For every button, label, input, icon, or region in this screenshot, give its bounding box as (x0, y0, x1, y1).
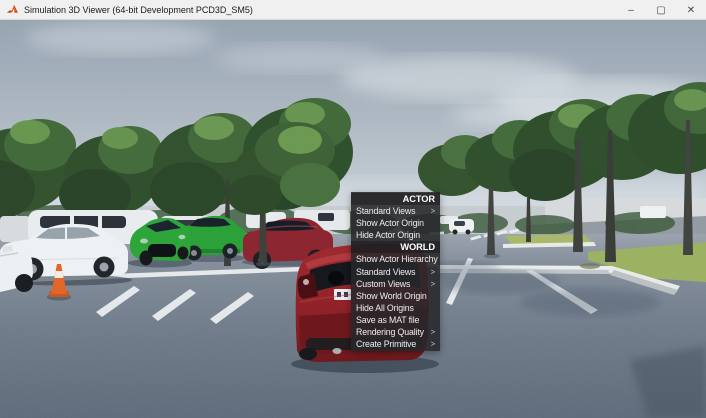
menu-item-label: Standard Views (356, 206, 416, 217)
submenu-arrow-icon: > (430, 205, 435, 216)
menu-section-header-actor: ACTOR (351, 193, 440, 206)
submenu-arrow-icon: > (430, 277, 435, 289)
simulation-3d-viewer-window: Simulation 3D Viewer (64-bit Development… (0, 0, 706, 418)
menu-section-header-world: WORLD (351, 241, 440, 254)
menu-item-hide-all-origins[interactable]: Hide All Origins (351, 302, 440, 314)
menu-item-label: Show World Origin (356, 290, 427, 301)
submenu-arrow-icon: > (430, 338, 435, 349)
close-button[interactable]: ✕ (676, 0, 706, 20)
menu-item-label: Custom Views (356, 278, 411, 289)
context-menu: ACTOR Standard Views > Show Actor Origin Hid… (351, 192, 440, 352)
menu-item-label: Hide All Origins (356, 302, 414, 313)
menu-item-standard-views[interactable]: Standard Views > (351, 266, 440, 278)
menu-item-label: Show Actor Hierarchy (356, 254, 438, 265)
menu-item-show-actor-origin[interactable]: Show Actor Origin (351, 217, 440, 229)
window-controls: – ▢ ✕ (616, 0, 706, 20)
menu-item-show-actor-hierarchy[interactable]: Show Actor Hierarchy (351, 253, 440, 265)
menu-item-label: Create Primitive (356, 339, 417, 350)
menu-item-label: Hide Actor Origin (356, 230, 420, 241)
menu-item-label: Standard Views (356, 266, 416, 277)
menu-item-standard-views[interactable]: Standard Views > (351, 205, 440, 217)
car-white-corner[interactable] (0, 251, 33, 292)
menu-item-save-as-mat-file[interactable]: Save as MAT file (351, 314, 440, 326)
title-bar: Simulation 3D Viewer (64-bit Development… (0, 0, 706, 20)
menu-item-custom-views[interactable]: Custom Views > (351, 278, 440, 290)
minimize-button[interactable]: – (616, 0, 646, 20)
matlab-icon (7, 4, 18, 13)
menu-item-hide-actor-origin[interactable]: Hide Actor Origin (351, 229, 440, 241)
menu-item-create-primitive[interactable]: Create Primitive > (351, 338, 440, 350)
menu-item-label: Show Actor Origin (356, 218, 424, 229)
menu-item-label: Rendering Quality (356, 327, 424, 338)
menu-item-show-world-origin[interactable]: Show World Origin (351, 290, 440, 302)
menu-item-rendering-quality[interactable]: Rendering Quality > (351, 326, 440, 338)
menu-item-label: Save as MAT file (356, 314, 420, 325)
maximize-button[interactable]: ▢ (646, 0, 676, 20)
window-title: Simulation 3D Viewer (64-bit Development… (24, 4, 253, 15)
